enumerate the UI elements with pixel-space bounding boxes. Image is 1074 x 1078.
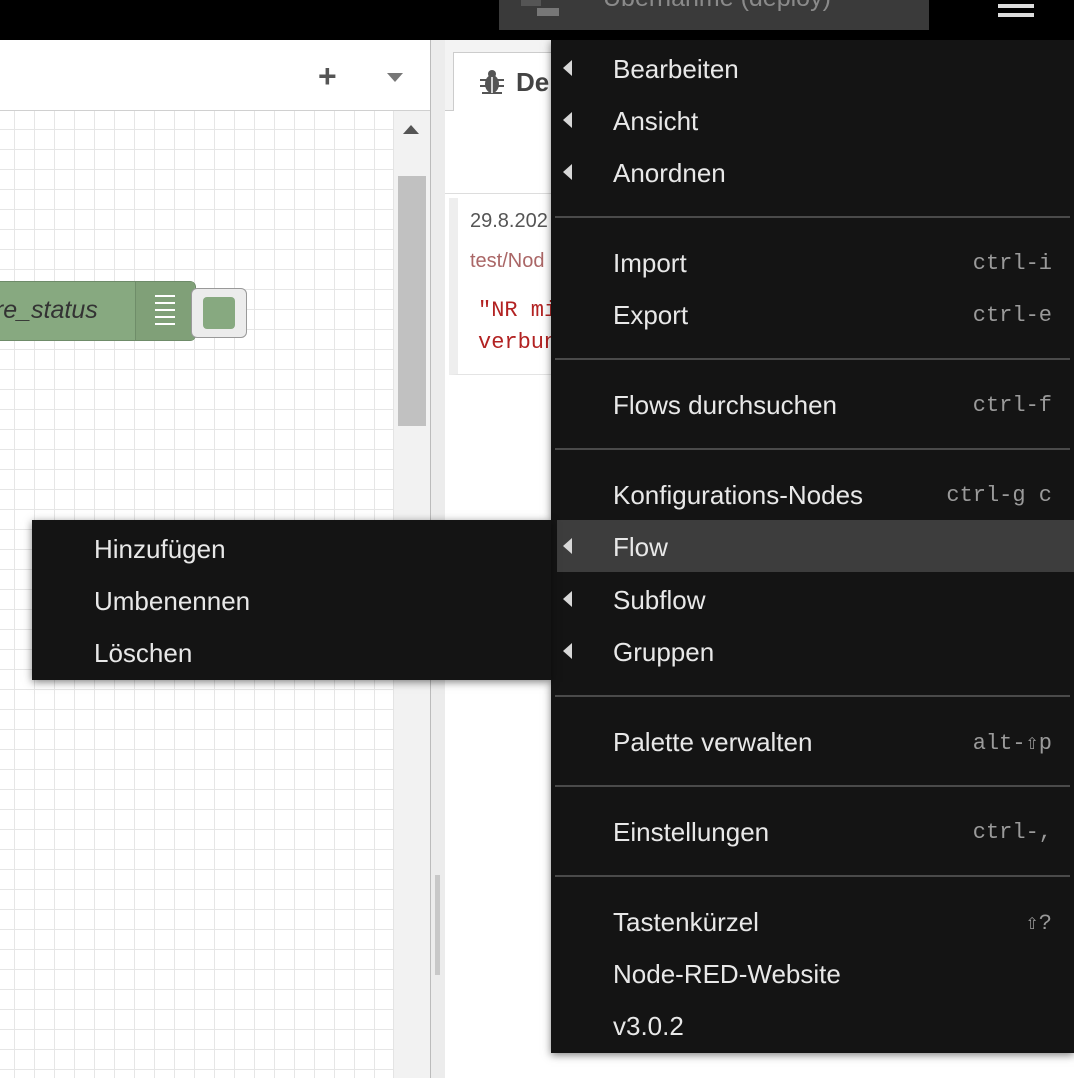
submenu-item-label: Umbenennen	[94, 586, 251, 616]
menu-item-label: Tastenkürzel	[613, 907, 759, 937]
menu-item-shortcut: ctrl-e	[972, 303, 1052, 328]
menu-item-label: Import	[613, 248, 687, 278]
menu-item-shortcut: ⇧?	[1025, 911, 1052, 936]
deploy-icon	[521, 0, 561, 22]
submenu-caret-icon	[563, 60, 572, 76]
bug-icon	[480, 70, 504, 94]
menu-item-label: Subflow	[613, 585, 706, 615]
menu-item-gruppen[interactable]: Gruppen	[551, 625, 1074, 677]
menu-item-shortcut: ctrl-g c	[946, 483, 1052, 508]
menu-item-label: Flow	[613, 532, 668, 562]
flow-node[interactable]: ure_status	[0, 281, 196, 341]
menu-divider	[555, 216, 1070, 218]
menu-item-import[interactable]: Import ctrl-i	[551, 236, 1074, 288]
menu-item-label: Bearbeiten	[613, 54, 739, 84]
menu-item-shortcut: alt-⇧p	[972, 731, 1052, 756]
submenu-caret-icon	[563, 164, 572, 180]
submenu-item-label: Löschen	[94, 638, 193, 668]
tab-list-dropdown-icon[interactable]	[387, 73, 403, 82]
debug-message-date: 29.8.202	[470, 210, 548, 232]
submenu-item-label: Hinzufügen	[94, 534, 226, 564]
menu-item-shortcut: ctrl-,	[972, 820, 1052, 845]
version-label: v3.0.2	[613, 1011, 684, 1041]
hamburger-menu-icon[interactable]	[998, 0, 1034, 18]
submenu-item-hinzufuegen[interactable]: Hinzufügen	[32, 522, 551, 574]
menu-item-shortcut: ctrl-i	[972, 251, 1052, 276]
menu-item-node-red-website[interactable]: Node-RED-Website	[551, 947, 1074, 999]
menu-item-bearbeiten[interactable]: Bearbeiten	[551, 42, 1074, 94]
menu-item-label: Node-RED-Website	[613, 959, 841, 989]
scroll-up-arrow-icon[interactable]	[403, 125, 419, 134]
menu-item-subflow[interactable]: Subflow	[551, 573, 1074, 625]
menu-item-shortcut: ctrl-f	[972, 393, 1052, 418]
debug-message-topic: test/Nod	[470, 250, 545, 272]
menu-item-flows-durchsuchen[interactable]: Flows durchsuchen ctrl-f	[551, 378, 1074, 430]
menu-item-konfigurations-nodes[interactable]: Konfigurations-Nodes ctrl-g c	[551, 468, 1074, 520]
menu-divider	[555, 875, 1070, 877]
flow-submenu: Hinzufügen Umbenennen Löschen	[32, 520, 551, 680]
splitter-grip[interactable]	[435, 875, 440, 975]
menu-item-export[interactable]: Export ctrl-e	[551, 288, 1074, 340]
menu-item-tastenkuerzel[interactable]: Tastenkürzel ⇧?	[551, 895, 1074, 947]
menu-divider	[555, 448, 1070, 450]
menu-item-anordnen[interactable]: Anordnen	[551, 146, 1074, 198]
submenu-caret-icon	[563, 538, 572, 554]
menu-item-label: Gruppen	[613, 637, 715, 667]
menu-divider	[555, 785, 1070, 787]
menu-item-label: Flows durchsuchen	[613, 390, 837, 420]
menu-item-ansicht[interactable]: Ansicht	[551, 94, 1074, 146]
submenu-item-umbenennen[interactable]: Umbenennen	[32, 574, 551, 626]
menu-item-label: Einstellungen	[613, 817, 770, 847]
submenu-caret-icon	[563, 112, 572, 128]
menu-item-einstellungen[interactable]: Einstellungen ctrl-,	[551, 805, 1074, 857]
header-bar: Übernahme (deploy)	[0, 0, 1074, 40]
main-menu: Bearbeiten Ansicht Anordnen Import ctrl-…	[551, 40, 1074, 1053]
deploy-label: Übernahme (deploy)	[603, 0, 831, 13]
add-flow-tab-button[interactable]: +	[318, 60, 337, 92]
menu-item-label: Ansicht	[613, 106, 699, 136]
menu-item-label: Konfigurations-Nodes	[613, 480, 864, 510]
menu-item-label: Palette verwalten	[613, 727, 813, 757]
submenu-caret-icon	[563, 643, 572, 659]
node-toggle-square	[203, 297, 235, 329]
menu-item-version: v3.0.2	[551, 999, 1074, 1051]
debug-tab-label: De	[516, 67, 550, 97]
node-label: ure_status	[0, 296, 98, 324]
menu-item-label: Export	[613, 300, 689, 330]
scroll-thumb[interactable]	[398, 176, 426, 426]
menu-item-palette-verwalten[interactable]: Palette verwalten alt-⇧p	[551, 715, 1074, 767]
deploy-button[interactable]: Übernahme (deploy)	[499, 0, 929, 30]
node-toggle-button[interactable]	[191, 288, 247, 338]
menu-item-flow[interactable]: Flow	[557, 520, 1074, 572]
submenu-item-loeschen[interactable]: Löschen	[32, 626, 551, 678]
submenu-caret-icon	[563, 591, 572, 607]
list-icon	[135, 282, 194, 340]
workspace-tabbar: +	[0, 40, 430, 111]
menu-divider	[555, 695, 1070, 697]
menu-divider	[555, 358, 1070, 360]
menu-item-label: Anordnen	[613, 158, 726, 188]
